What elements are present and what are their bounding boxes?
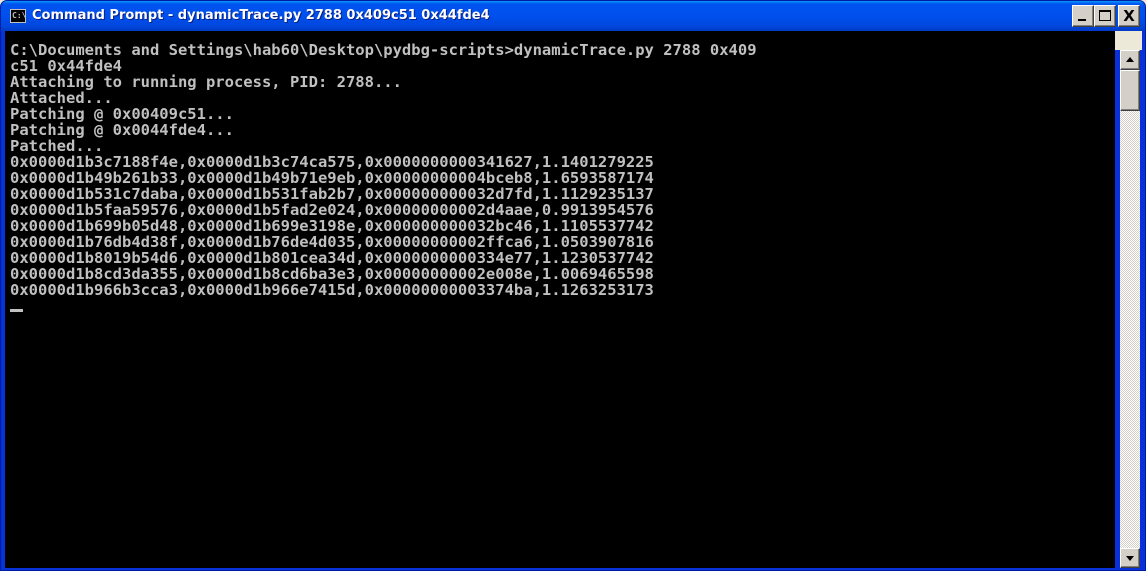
window-controls: X [1072,5,1140,27]
console-line: 0x0000d1b3c7188f4e,0x0000d1b3c74ca575,0x… [10,153,654,171]
command-prompt-window: C:\ Command Prompt - dynamicTrace.py 278… [0,0,1146,571]
console-line: Patched... [10,137,104,155]
console-line: 0x0000d1b49b261b33,0x0000d1b49b71e9eb,0x… [10,169,654,187]
scrollbar-trough[interactable] [1120,70,1140,548]
console-line: 0x0000d1b966b3cca3,0x0000d1b966e7415d,0x… [10,281,654,299]
console-line: Patching @ 0x0044fde4... [10,121,234,139]
vertical-scrollbar[interactable] [1120,50,1140,568]
scroll-up-button[interactable] [1120,50,1140,70]
console-line: 0x0000d1b8019b54d6,0x0000d1b801cea34d,0x… [10,249,654,267]
console-line: Attached... [10,89,113,107]
minimize-button[interactable] [1072,5,1094,27]
command-prompt-icon[interactable]: C:\ [10,9,26,23]
text-cursor [10,309,23,312]
arrow-down-icon [1126,556,1134,561]
arrow-up-icon [1126,57,1134,62]
console-line: C:\Documents and Settings\hab60\Desktop\… [10,41,757,59]
console-line: Attaching to running process, PID: 2788.… [10,73,402,91]
console-line: 0x0000d1b8cd3da355,0x0000d1b8cd6ba3e3,0x… [10,265,654,283]
scroll-down-button[interactable] [1120,548,1140,568]
console-output[interactable]: C:\Documents and Settings\hab60\Desktop\… [5,31,1115,568]
console-line: c51 0x44fde4 [10,57,122,75]
scrollbar-gap [1115,31,1142,50]
title-bar[interactable]: C:\ Command Prompt - dynamicTrace.py 278… [1,1,1145,31]
console-line: 0x0000d1b531c7daba,0x0000d1b531fab2b7,0x… [10,185,654,203]
scrollbar-thumb[interactable] [1120,70,1140,111]
console-line: Patching @ 0x00409c51... [10,105,234,123]
close-icon: X [1123,7,1135,25]
minimize-icon [1078,19,1086,21]
console-line: 0x0000d1b5faa59576,0x0000d1b5fad2e024,0x… [10,201,654,219]
window-title: Command Prompt - dynamicTrace.py 2788 0x… [32,8,490,23]
close-button[interactable]: X [1118,5,1140,27]
console-line: 0x0000d1b699b05d48,0x0000d1b699e3198e,0x… [10,217,654,235]
console-line: 0x0000d1b76db4d38f,0x0000d1b76de4d035,0x… [10,233,654,251]
maximize-icon [1099,10,1111,21]
maximize-button[interactable] [1094,5,1116,27]
